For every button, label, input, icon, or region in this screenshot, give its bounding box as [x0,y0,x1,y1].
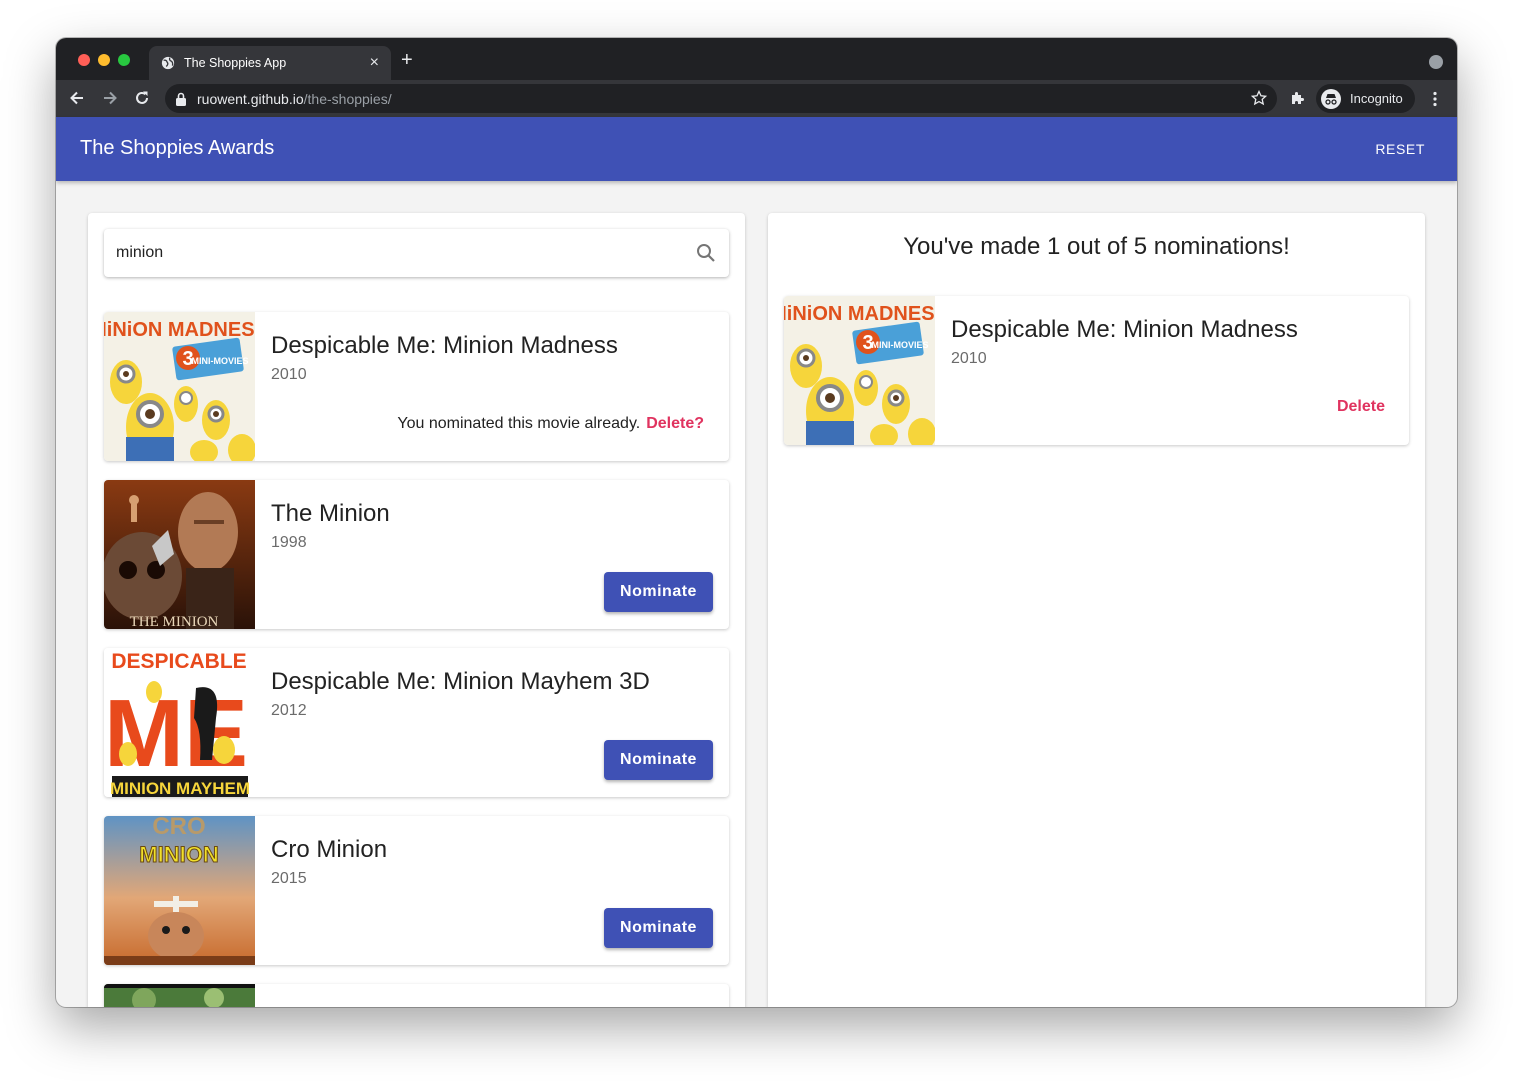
nominations-heading: You've made 1 out of 5 nominations! [903,233,1290,260]
kebab-menu-icon[interactable] [1430,91,1440,107]
poster-badge-text: MINI-MOVIES [871,340,928,350]
movie-title: Despicable Me: Minion Mayhem 3D [271,668,650,695]
poster-big-text: ME [104,680,248,787]
address-bar[interactable]: ruowent.github.io/the-shoppies/ [165,84,1277,113]
movie-year: 2010 [271,366,307,383]
movie-poster: DESPICABLE ME MINION MAYHEM [104,648,255,797]
back-icon[interactable] [68,89,86,107]
browser-toolbar: ruowent.github.io/the-shoppies/ Incognit… [56,80,1457,117]
globe-icon [161,56,175,70]
tab-search-icon[interactable] [1429,55,1443,69]
result-card: CRO MINION Cro Minion 2015 Nominate [104,816,729,965]
movie-poster: THE MINION [104,480,255,629]
app-title: The Shoppies Awards [80,137,275,159]
lock-icon [176,92,186,106]
incognito-icon [1321,88,1341,109]
reset-button[interactable]: RESET [1363,137,1437,161]
nomination-card: MiNiON MADNESS 3 MINI-MOVIES [784,296,1409,445]
delete-nomination-button[interactable]: Delete [1337,398,1385,416]
poster-bottom-text: MINION [139,842,218,867]
movie-year: 1998 [271,534,307,551]
search-input-value[interactable]: minion [116,244,695,262]
nominations-panel: You've made 1 out of 5 nominations! MiNi… [768,213,1425,1007]
url-path: /the-shoppies/ [303,90,392,107]
movie-title: Despicable Me: Minion Madness [951,316,1298,343]
movie-title: The Minion [271,500,390,527]
movie-title: Cro Minion [271,836,388,863]
new-tab-button[interactable]: + [401,50,413,70]
nominate-button[interactable]: Nominate [604,572,713,612]
nominate-button[interactable]: Nominate [604,740,713,780]
poster-title-text: MiNiON MADNESS [784,303,935,325]
movie-year: 2015 [271,870,307,887]
result-card: THE MINION The Minion 1998 Nominate [104,480,729,629]
poster-caption-text: THE MINION [130,614,219,629]
url-host: ruowent.github.io [197,90,304,107]
incognito-profile-button[interactable]: Incognito [1316,84,1415,113]
window-controls [78,54,130,66]
movie-poster [104,984,255,1007]
tab-title: The Shoppies App [184,56,287,70]
poster-badge-text: MINI-MOVIES [191,356,248,366]
forward-icon[interactable] [101,89,119,107]
poster-top-text: CRO [152,816,205,840]
result-card [104,984,729,1007]
minimize-window-button[interactable] [98,54,110,66]
nominate-button[interactable]: Nominate [604,908,713,948]
result-card: DESPICABLE ME MINION MAYHEM Despicable M… [104,648,729,797]
tab-close-icon[interactable]: × [370,54,379,72]
poster-bottom-text: MINION MAYHEM [110,779,250,797]
movie-poster: CRO MINION [104,816,255,965]
search-results-panel: minion MiNiON MADNESS 3 MINI-MOVIES [88,213,745,1007]
tab-bar: The Shoppies App × + [56,38,1457,80]
movie-year: 2010 [951,350,987,367]
delete-nomination-link[interactable]: Delete? [646,415,704,432]
search-input[interactable]: minion [104,229,729,277]
search-icon[interactable] [695,242,717,264]
already-nominated-note: You nominated this movie already. Delete? [397,415,704,433]
star-icon[interactable] [1251,90,1267,106]
movie-year: 2012 [271,702,307,719]
incognito-label: Incognito [1350,91,1403,106]
browser-tab[interactable]: The Shoppies App × [149,46,391,80]
close-window-button[interactable] [78,54,90,66]
extensions-icon[interactable] [1290,90,1306,106]
poster-title-text: MiNiON MADNESS [104,319,255,341]
browser-window: The Shoppies App × + ruowent.github.io/t… [56,38,1457,1007]
maximize-window-button[interactable] [118,54,130,66]
movie-title: Despicable Me: Minion Madness [271,332,618,359]
poster-top-text: DESPICABLE [111,650,246,673]
result-card: MiNiON MADNESS 3 MINI-MOVIES [104,312,729,461]
already-nominated-text: You nominated this movie already. [397,415,641,432]
app-header: The Shoppies Awards RESET [56,117,1457,181]
reload-icon[interactable] [133,89,151,107]
movie-poster: MiNiON MADNESS 3 MINI-MOVIES [784,296,935,445]
movie-poster: MiNiON MADNESS 3 MINI-MOVIES [104,312,255,461]
